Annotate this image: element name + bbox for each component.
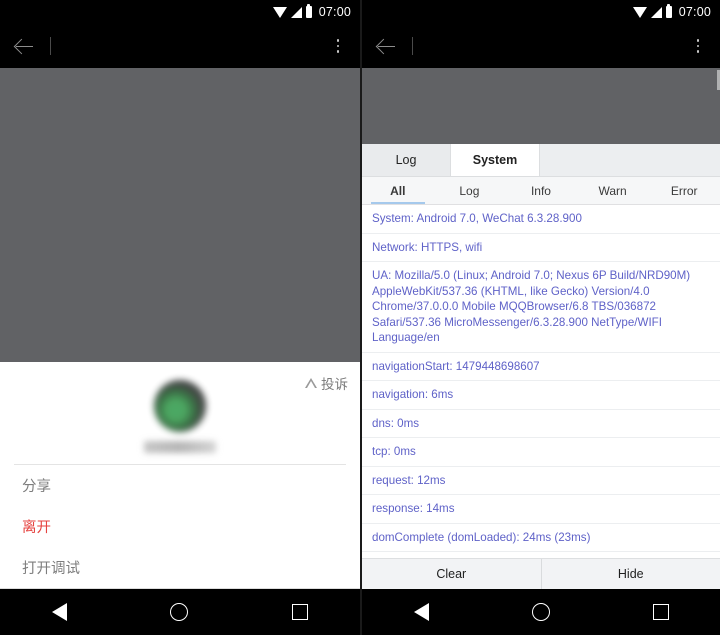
console-tab-bar: Log System	[362, 144, 720, 177]
console-action-bar: Clear Hide	[362, 558, 720, 589]
overflow-dot	[336, 50, 340, 54]
log-entry: dns: 0ms	[362, 410, 720, 438]
app-name-label	[144, 441, 216, 453]
menu-item-label: 打开调试	[22, 561, 80, 577]
tab-log[interactable]: Log	[362, 144, 451, 176]
tab-system[interactable]: System	[451, 144, 540, 176]
menu-item-label: 分享	[22, 479, 51, 495]
nav-recents-square-icon[interactable]	[652, 604, 669, 620]
left-phone-screen: 07:00 投诉 分享 离开 打开调试	[0, 0, 360, 635]
hide-label: Hide	[617, 567, 644, 581]
status-bar-clock: 07:00	[318, 5, 351, 19]
android-nav-bar-right	[362, 589, 720, 635]
nav-home-circle-icon[interactable]	[531, 603, 550, 621]
complaint-button[interactable]: 投诉	[305, 373, 348, 393]
nav-back-triangle-icon[interactable]	[51, 603, 67, 621]
right-phone-screen: 07:00 Log System All Log Info Warn Error…	[360, 0, 720, 635]
filter-log[interactable]: Log	[434, 177, 506, 204]
toolbar-divider	[412, 37, 413, 55]
filter-error[interactable]: Error	[648, 177, 720, 204]
log-entry: request: 12ms	[362, 467, 720, 495]
sheet-bottom-divider	[0, 588, 360, 589]
dual-screenshot-container: 07:00 投诉 分享 离开 打开调试 07:00 Log System All…	[0, 0, 720, 635]
back-arrow-icon[interactable]	[376, 35, 398, 57]
log-entry: Network: HTTPS, wifi	[362, 234, 720, 262]
log-entry: navigation: 6ms	[362, 381, 720, 410]
nav-back-triangle-icon[interactable]	[413, 603, 429, 621]
nav-home-circle-icon[interactable]	[170, 603, 189, 621]
signal-icon	[650, 7, 662, 18]
log-entry: navigationStart: 1479448698607	[362, 353, 720, 381]
tab-label: System	[472, 153, 518, 167]
log-entry: System: Android 7.0, WeChat 6.3.28.900	[362, 205, 720, 234]
log-entry: UA: Mozilla/5.0 (Linux; Android 7.0; Nex…	[362, 262, 720, 353]
menu-item-open-debug[interactable]: 打开调试	[0, 547, 360, 588]
hide-button[interactable]: Hide	[540, 559, 720, 589]
wifi-icon	[632, 7, 647, 18]
filter-warn[interactable]: Warn	[577, 177, 649, 204]
overflow-dot	[696, 50, 700, 54]
action-sheet: 投诉 分享 离开 打开调试	[0, 362, 360, 589]
log-entry: domComplete (domLoaded): 24ms (23ms)	[362, 524, 720, 552]
menu-item-share[interactable]: 分享	[0, 465, 360, 506]
overflow-menu-icon[interactable]	[688, 35, 708, 57]
toolbar-divider	[50, 37, 51, 55]
filter-label: Info	[530, 183, 551, 198]
status-icons-right: 07:00	[632, 4, 711, 19]
status-icons-left: 07:00	[272, 4, 351, 19]
filter-info[interactable]: Info	[505, 177, 577, 204]
overflow-menu-icon[interactable]	[328, 35, 348, 57]
filter-label: Log	[459, 183, 480, 198]
log-filter-bar: All Log Info Warn Error	[362, 177, 720, 205]
status-bar-right: 07:00	[362, 0, 720, 24]
back-arrow-icon[interactable]	[14, 35, 36, 57]
warning-triangle-icon	[305, 378, 317, 388]
overflow-dot	[336, 44, 340, 48]
page-content-area[interactable]	[362, 68, 720, 144]
clear-button[interactable]: Clear	[362, 559, 541, 589]
battery-icon	[665, 4, 672, 18]
toolbar-right	[362, 24, 720, 68]
page-scrim-overlay[interactable]	[0, 68, 360, 362]
action-sheet-header: 投诉	[0, 362, 360, 464]
nav-recents-square-icon[interactable]	[292, 604, 309, 620]
overflow-dot	[696, 38, 700, 42]
filter-label: Error	[670, 183, 698, 198]
filter-label: All	[390, 183, 406, 198]
filter-label: Warn	[598, 183, 627, 198]
app-avatar	[154, 380, 206, 432]
vconsole-panel: Log System All Log Info Warn Error Syste…	[362, 144, 720, 589]
log-entry-list[interactable]: System: Android 7.0, WeChat 6.3.28.900 N…	[362, 205, 720, 558]
tab-label: Log	[395, 153, 417, 167]
complaint-label: 投诉	[321, 377, 348, 392]
app-identity-block	[144, 380, 216, 453]
signal-icon	[290, 7, 302, 18]
menu-item-leave[interactable]: 离开	[0, 506, 360, 547]
status-bar-clock: 07:00	[678, 5, 711, 19]
android-nav-bar-left	[0, 589, 360, 635]
toolbar-left	[0, 24, 360, 68]
overflow-dot	[336, 38, 340, 42]
log-entry: tcp: 0ms	[362, 438, 720, 467]
clear-label: Clear	[436, 567, 467, 581]
status-bar-left: 07:00	[0, 0, 360, 24]
log-entry: response: 14ms	[362, 495, 720, 524]
menu-item-label: 离开	[22, 520, 51, 536]
wifi-icon	[272, 7, 287, 18]
battery-icon	[305, 4, 312, 18]
overflow-dot	[696, 44, 700, 48]
filter-all[interactable]: All	[362, 177, 434, 204]
